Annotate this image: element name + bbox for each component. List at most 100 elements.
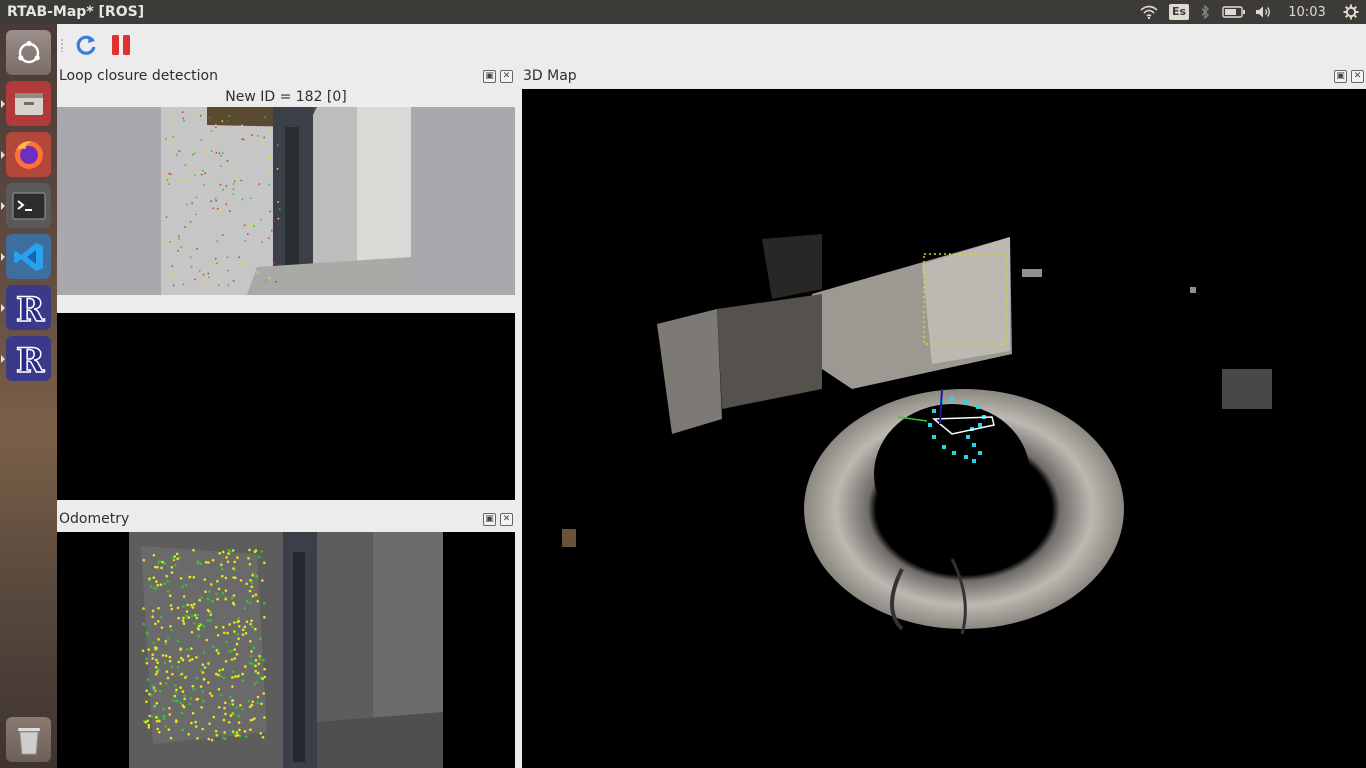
feature-point [142,558,146,562]
feature-point [167,728,171,731]
loop-closure-image-view[interactable] [57,313,515,500]
feature-point [155,701,159,705]
feature-point [166,179,169,181]
trajectory-node [952,451,956,455]
feature-point [261,241,263,244]
feature-point [217,688,221,691]
feature-point [194,245,197,248]
feature-point [203,578,207,581]
feature-point [234,180,236,183]
feature-point [227,549,230,552]
close-panel-button[interactable]: ✕ [500,70,513,83]
feature-point [151,609,155,613]
settings-gear-icon[interactable] [1336,0,1366,24]
feature-point [191,684,194,688]
feature-point [229,714,233,717]
feature-point [168,594,172,597]
feature-point [269,157,272,160]
feature-point [226,159,229,162]
volume-icon[interactable] [1250,0,1278,24]
feature-point [197,628,200,631]
pause-button[interactable] [108,32,134,58]
clock[interactable]: 10:03 [1278,0,1336,24]
feature-point [257,662,260,666]
float-panel-button[interactable]: ▣ [483,70,496,83]
feature-point [161,654,165,657]
feature-point [211,599,214,603]
feature-point [171,273,174,275]
float-panel-button[interactable]: ▣ [483,513,496,526]
feature-point [195,656,198,659]
feature-point [262,692,266,695]
feature-point [226,560,230,564]
feature-point [227,168,230,171]
toolbar-grip[interactable] [60,38,64,52]
feature-point [195,616,198,620]
feature-point [243,607,246,610]
feature-point [158,719,161,723]
feature-point [250,197,252,199]
close-panel-button[interactable]: ✕ [1351,70,1364,83]
feature-point [183,119,185,122]
feature-point [175,688,178,692]
feature-point [176,666,180,669]
ubuntu-dash-icon[interactable] [6,30,51,75]
feature-point [241,124,243,127]
rviz-icon[interactable]: R [1,285,51,330]
feature-point [171,672,174,676]
trash-icon[interactable] [6,717,51,762]
feature-point [251,223,254,225]
terminal-icon[interactable] [1,183,51,228]
battery-icon[interactable] [1218,0,1250,24]
feature-point [244,632,248,635]
feature-point [203,666,207,669]
feature-point [216,188,219,190]
feature-point [163,582,166,585]
feature-point [263,615,266,619]
3d-map-view[interactable] [522,89,1366,768]
feature-point [201,663,205,666]
vscode-icon[interactable] [1,234,51,279]
feature-point [225,556,228,559]
svg-text:R: R [16,290,45,327]
feature-point [247,557,250,560]
feature-point [252,272,255,275]
svg-text:R: R [16,341,45,378]
feature-point [237,616,240,620]
feature-point [204,172,207,175]
odometry-image-view[interactable] [57,532,515,768]
feature-point [177,249,179,252]
rviz-icon[interactable]: R [1,336,51,381]
float-panel-button[interactable]: ▣ [1334,70,1347,83]
feature-point [242,160,245,162]
feature-point [157,620,160,623]
wifi-icon[interactable] [1132,0,1166,24]
feature-point [164,682,168,685]
feature-point [190,265,193,268]
feature-point [182,622,186,625]
feature-point [155,646,158,650]
bluetooth-icon[interactable] [1192,0,1218,24]
feature-point [169,240,172,243]
feature-point [186,203,188,206]
feature-point [198,598,201,602]
feature-point [184,584,188,587]
keyboard-layout-icon[interactable]: Es [1166,0,1192,24]
feature-point [221,591,225,595]
feature-point [156,584,160,587]
feature-point [257,555,261,559]
close-panel-button[interactable]: ✕ [500,513,513,526]
feature-point [164,654,168,657]
feature-point [181,619,185,622]
feature-point [210,200,213,203]
refresh-button[interactable] [73,32,99,58]
feature-point [224,712,227,716]
feature-point [255,681,258,684]
new-image-view[interactable] [57,107,515,295]
feature-point [276,168,279,170]
feature-point [229,196,232,199]
feature-point [254,659,258,662]
feature-point [219,694,223,697]
firefox-icon[interactable] [1,132,51,177]
files-icon[interactable] [1,81,51,126]
